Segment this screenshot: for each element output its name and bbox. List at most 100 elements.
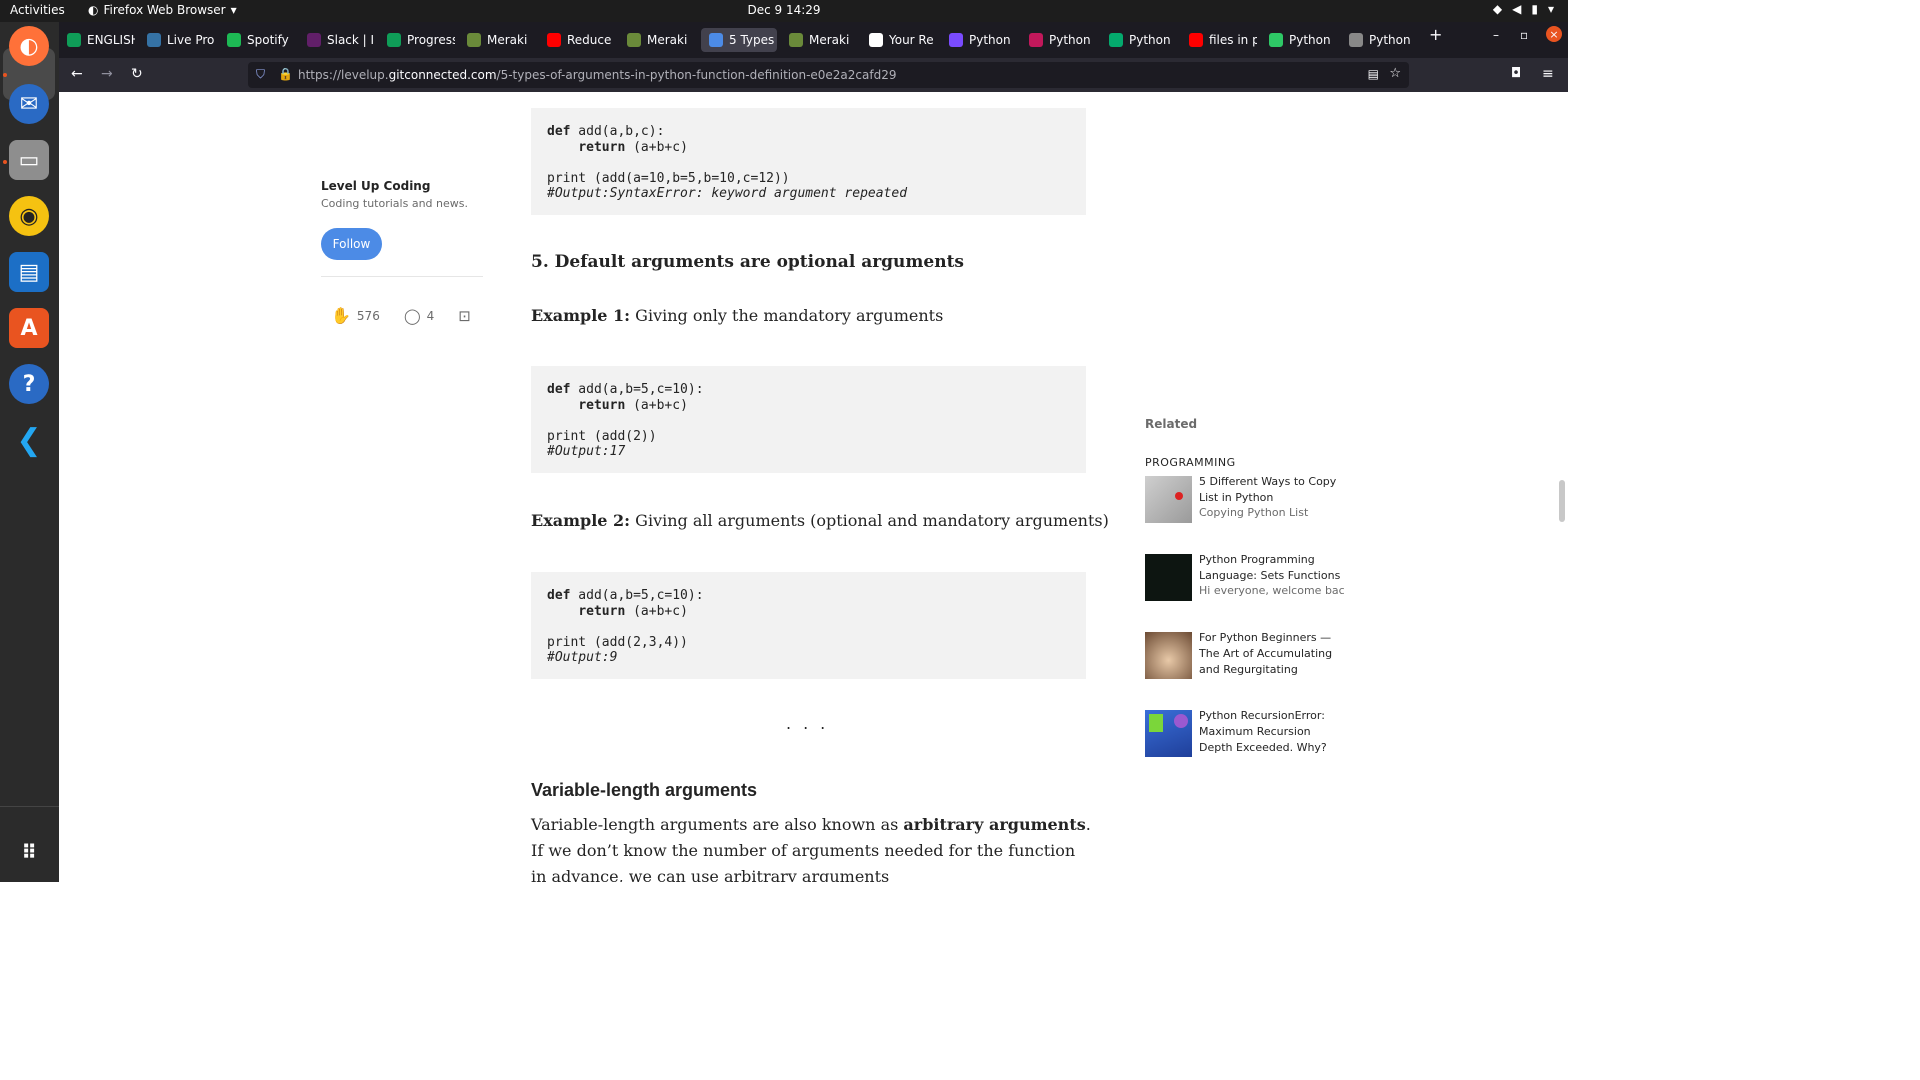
url-text[interactable]: https://levelup.gitconnected.com/5-types…: [298, 68, 896, 82]
python-icon: [1029, 33, 1043, 47]
publication-info: Level Up Coding Coding tutorials and new…: [321, 179, 483, 210]
thumbnail-image: [1145, 476, 1192, 523]
software-center-icon[interactable]: A: [9, 308, 49, 348]
maximize-icon[interactable]: ▫: [1520, 28, 1528, 42]
related-item-title[interactable]: 5 Different Ways to Copy List in Python: [1199, 474, 1344, 506]
tab-label: Progress: [407, 33, 455, 47]
running-indicator: [3, 160, 7, 164]
scrollbar-thumb[interactable]: [1559, 480, 1565, 522]
app-menu-label: Firefox Web Browser: [103, 3, 226, 17]
back-icon[interactable]: ←: [71, 66, 83, 82]
related-item-title[interactable]: Python RecursionError: Maximum Recursion…: [1199, 708, 1344, 756]
tab-progress[interactable]: Progress: [379, 28, 455, 52]
help-icon[interactable]: ?: [9, 364, 49, 404]
libreoffice-writer-icon[interactable]: ▤: [9, 252, 49, 292]
battery-icon: ▮: [1531, 2, 1538, 16]
tab-english[interactable]: ENGLISH: [59, 28, 135, 52]
tab-meraki[interactable]: Meraki: [781, 28, 857, 52]
tab-python[interactable]: Python: [1261, 28, 1337, 52]
tab-meraki[interactable]: Meraki: [459, 28, 535, 52]
example-heading: Example 2: Giving all arguments (optiona…: [531, 511, 1109, 530]
tab-label: Python: [1369, 33, 1411, 47]
related-item-title[interactable]: For Python Beginners — The Art of Accumu…: [1199, 630, 1344, 678]
tab-files-in-p[interactable]: files in p: [1181, 28, 1257, 52]
clap-button[interactable]: ✋ 576: [331, 306, 380, 325]
youtube-icon: [547, 33, 561, 47]
comment-icon: ◯: [403, 306, 421, 325]
follow-button[interactable]: Follow: [321, 228, 382, 260]
tab-5-types[interactable]: 5 Types×: [701, 28, 777, 52]
related-item-subtitle: Hi everyone, welcome back....: [1199, 584, 1344, 597]
rhythmbox-icon[interactable]: ◉: [9, 196, 49, 236]
clock[interactable]: Dec 9 14:29: [747, 3, 820, 17]
activities-button[interactable]: Activities: [10, 3, 65, 17]
sheets-icon: [67, 33, 81, 47]
chevron-down-icon: ▾: [1547, 2, 1554, 16]
comment-count: 4: [426, 308, 435, 323]
tab-label: Reduce: [567, 33, 612, 47]
code-block: def add(a,b=5,c=10): return (a+b+c) prin…: [531, 366, 1086, 473]
minimize-icon[interactable]: –: [1493, 28, 1499, 42]
related-item[interactable]: Python RecursionError: Maximum Recursion…: [1145, 708, 1345, 760]
forward-icon[interactable]: →: [101, 66, 113, 82]
tab-spotify[interactable]: Spotify: [219, 28, 295, 52]
tab-label: Meraki: [809, 33, 850, 47]
reload-icon[interactable]: ↻: [131, 66, 143, 82]
publication-name[interactable]: Level Up Coding: [321, 179, 483, 193]
sheets-icon: [387, 33, 401, 47]
pocket-icon[interactable]: ◘: [1511, 66, 1521, 81]
tab-python[interactable]: Python: [1101, 28, 1177, 52]
shield-icon[interactable]: ⛉: [256, 67, 265, 82]
tab-label: Your Re: [889, 33, 934, 47]
reader-view-icon[interactable]: ▤: [1368, 67, 1379, 81]
page-icon: [1349, 33, 1363, 47]
running-indicator: [3, 73, 7, 77]
url-bar[interactable]: ⛉ 🔒 https://levelup.gitconnected.com/5-t…: [248, 62, 1409, 88]
menu-icon[interactable]: ≡: [1542, 66, 1554, 82]
firefox-icon[interactable]: ◐: [9, 26, 49, 66]
example-heading: Example 1: Giving only the mandatory arg…: [531, 306, 944, 325]
chevron-down-icon: ▾: [230, 3, 237, 17]
levelup-icon: [709, 33, 723, 47]
lock-icon[interactable]: 🔒: [278, 67, 293, 81]
tab-python[interactable]: Python: [1341, 28, 1417, 52]
related-heading: Related: [1145, 417, 1198, 431]
thunderbird-icon[interactable]: ✉: [9, 84, 49, 124]
vscode-icon[interactable]: ❮: [9, 420, 49, 460]
tab-meraki[interactable]: Meraki: [619, 28, 695, 52]
python-icon: [147, 33, 161, 47]
tab-python[interactable]: Python: [941, 28, 1017, 52]
system-tray[interactable]: ◆ ◀ ▮ ▾: [1493, 2, 1554, 16]
bookmark-add-icon: ⊡: [458, 306, 471, 325]
comments-button[interactable]: ◯ 4: [404, 307, 434, 325]
python-icon: [949, 33, 963, 47]
files-icon[interactable]: ▭: [9, 140, 49, 180]
related-item-title[interactable]: Python Programming Language: Sets Functi…: [1199, 552, 1344, 584]
close-window-icon[interactable]: ×: [1546, 26, 1562, 42]
tab-label: files in p: [1209, 33, 1257, 47]
tab-label: Python: [1129, 33, 1171, 47]
save-bookmark-button[interactable]: ⊡: [458, 307, 471, 325]
tab-live-pro[interactable]: Live Pro: [139, 28, 215, 52]
paragraph: Variable-length arguments are also known…: [531, 815, 1091, 882]
tab-your-re[interactable]: Your Re: [861, 28, 937, 52]
related-item[interactable]: 5 Different Ways to Copy List in Python …: [1145, 474, 1345, 526]
related-item[interactable]: For Python Beginners — The Art of Accumu…: [1145, 630, 1345, 682]
code-block: def add(a,b,c): return (a+b+c) print (ad…: [531, 108, 1086, 215]
slack-icon: [307, 33, 321, 47]
bookmark-star-icon[interactable]: ☆: [1389, 66, 1401, 81]
youtube-icon: [1189, 33, 1203, 47]
show-apps-icon[interactable]: ⠿: [9, 832, 49, 872]
new-tab-icon[interactable]: +: [1429, 25, 1442, 44]
tab-python[interactable]: Python: [1021, 28, 1097, 52]
related-item[interactable]: Python Programming Language: Sets Functi…: [1145, 552, 1345, 604]
tab-reduce[interactable]: Reduce: [539, 28, 615, 52]
clap-count: 576: [356, 308, 380, 323]
tab-label: Python: [1049, 33, 1091, 47]
hackerrank-icon: [1269, 33, 1283, 47]
app-menu[interactable]: ◐ Firefox Web Browser ▾: [88, 3, 237, 17]
tab-slack-i[interactable]: Slack | I: [299, 28, 375, 52]
tab-label: 5 Types: [729, 33, 775, 47]
tab-label: Meraki: [647, 33, 688, 47]
browser-nav-bar: ← → ↻ ⛉ 🔒 https://levelup.gitconnected.c…: [59, 58, 1568, 92]
